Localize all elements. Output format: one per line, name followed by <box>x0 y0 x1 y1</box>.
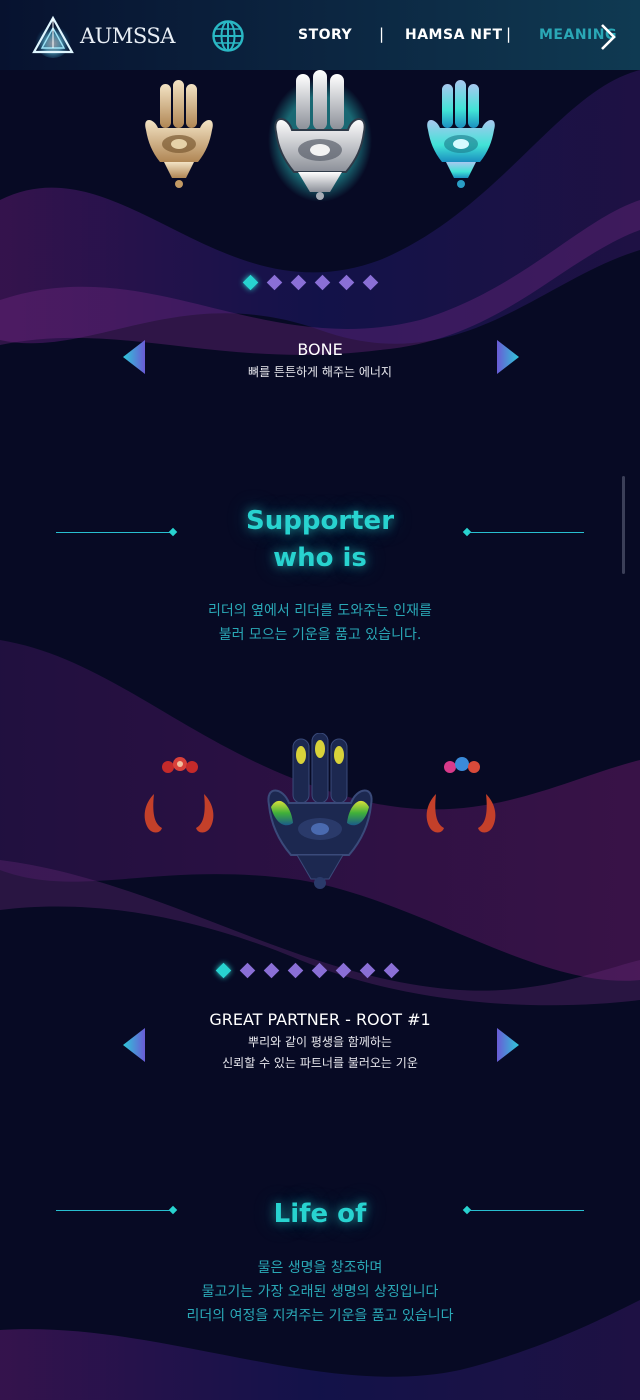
nav-hamsa-nft-link[interactable]: HAMSA NFT <box>405 27 503 43</box>
pagination-dot[interactable] <box>338 274 355 291</box>
pagination-dot[interactable] <box>266 274 283 291</box>
pagination-dot[interactable] <box>359 962 376 979</box>
pagination-dot[interactable] <box>383 962 400 979</box>
supporter-desc-line1: 리더의 옆에서 리더를 도와주는 인재를 <box>208 603 432 619</box>
logo-text: AUMSSA <box>80 24 175 48</box>
red-flame-left-icon <box>144 794 162 833</box>
globe-language-icon[interactable] <box>211 19 245 53</box>
red-flame-right-icon <box>196 794 214 833</box>
life-desc-line1: 물은 생명을 창조하며 <box>257 1260 383 1276</box>
pagination-dot[interactable] <box>263 962 280 979</box>
hamsa-gold-image[interactable] <box>140 80 218 190</box>
partner-hamsa-image[interactable] <box>263 733 377 893</box>
supporter-desc-line2: 불러 모으는 기운을 품고 있습니다. <box>218 627 422 643</box>
carousel-partner-next-arrow-icon[interactable] <box>495 1026 521 1064</box>
nav-separator: | <box>506 25 512 43</box>
pagination-dot[interactable] <box>290 274 307 291</box>
life-section-title: Life of <box>273 1199 367 1229</box>
pagination-dot[interactable] <box>287 962 304 979</box>
red-flame-right-icon <box>478 794 496 833</box>
life-description: 물은 생명을 창조하며 물고기는 가장 오래된 생명의 상징입니다 리더의 여정… <box>0 1256 640 1328</box>
pagination-dot-active[interactable] <box>215 962 232 979</box>
supporter-section-title: Supporter who is <box>0 503 640 577</box>
carousel-partner-title: GREAT PARTNER - ROOT #1 <box>209 1010 431 1029</box>
carousel-top-prev-arrow-icon[interactable] <box>121 338 147 376</box>
carousel-partner-pagination <box>215 962 400 980</box>
carousel-top-caption: BONE 뼈를 튼튼하게 해주는 에너지 <box>0 340 640 383</box>
page-scrollbar[interactable] <box>622 476 625 574</box>
partner-hamsa-composition <box>130 730 510 900</box>
aumssa-logo[interactable]: AUMSSA <box>30 12 180 58</box>
life-desc-line3: 리더의 여정을 지켜주는 기운을 품고 있습니다 <box>186 1308 454 1324</box>
life-desc-line2: 물고기는 가장 오래된 생명의 상징입니다 <box>201 1284 439 1300</box>
colorful-tassel-decoration-icon <box>444 757 480 773</box>
hamsa-silver-image[interactable] <box>268 70 372 202</box>
red-tassel-decoration-icon <box>162 757 198 773</box>
supporter-title-line1: Supporter <box>245 506 395 536</box>
pagination-dot[interactable] <box>335 962 352 979</box>
background-waves <box>0 70 640 1400</box>
carousel-partner-subtitle-line1: 뿌리와 같이 평생을 함께하는 <box>248 1035 392 1049</box>
hamsa-aqua-image[interactable] <box>422 80 500 190</box>
pagination-dot[interactable] <box>314 274 331 291</box>
nav-next-chevron-icon[interactable] <box>597 22 619 52</box>
pagination-dot[interactable] <box>239 962 256 979</box>
carousel-partner-subtitle-line2: 신뢰할 수 있는 파트너를 불러오는 기운 <box>222 1056 418 1070</box>
pagination-dot[interactable] <box>311 962 328 979</box>
nav-story-link[interactable]: STORY <box>298 27 352 43</box>
supporter-title-line2: who is <box>273 543 367 573</box>
carousel-top-subtitle: 뼈를 튼튼하게 해주는 에너지 <box>248 365 392 379</box>
pagination-dot-active[interactable] <box>242 274 259 291</box>
top-navigation-bar: AUMSSA STORY | HAMSA NFT | MEANING <box>0 0 640 70</box>
carousel-top-next-arrow-icon[interactable] <box>495 338 521 376</box>
hamsa-carousel-top <box>0 70 640 210</box>
nav-separator: | <box>379 25 385 43</box>
pagination-dot[interactable] <box>362 274 379 291</box>
triangle-logo-icon <box>32 15 74 58</box>
carousel-partner-caption: GREAT PARTNER - ROOT #1 뿌리와 같이 평생을 함께하는 … <box>0 1010 640 1074</box>
red-flame-left-icon <box>426 794 444 833</box>
carousel-partner-prev-arrow-icon[interactable] <box>121 1026 147 1064</box>
carousel-top-pagination <box>242 274 379 292</box>
carousel-top-title: BONE <box>297 340 343 359</box>
supporter-description: 리더의 옆에서 리더를 도와주는 인재를 불러 모으는 기운을 품고 있습니다. <box>0 599 640 647</box>
